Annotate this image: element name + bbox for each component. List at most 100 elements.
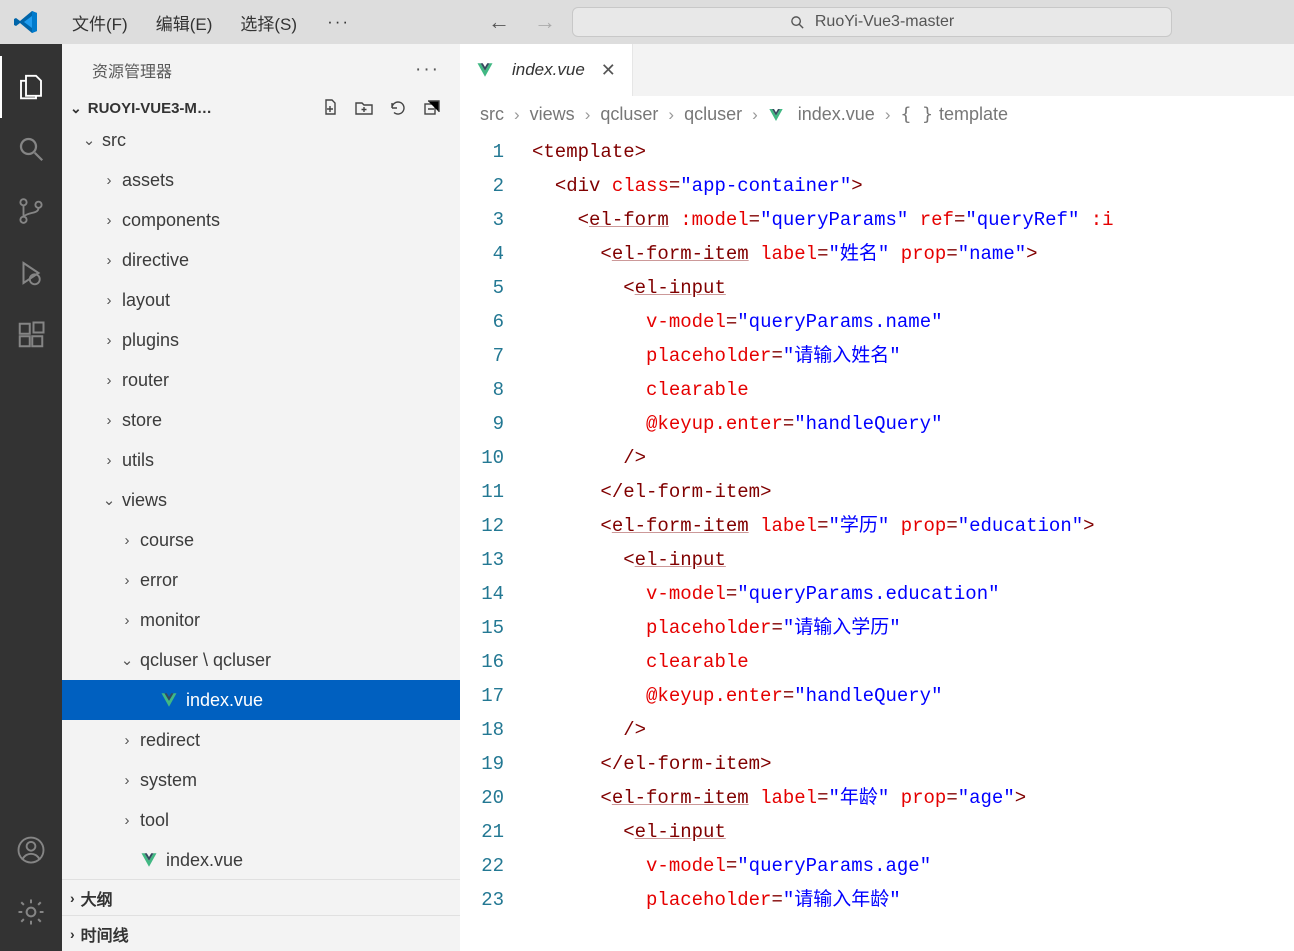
tree-folder[interactable]: ›router	[62, 360, 460, 400]
line-number: 8	[460, 373, 504, 407]
command-center[interactable]: RuoYi-Vue3-master	[572, 7, 1172, 37]
chevron-right-icon: ›	[118, 572, 136, 589]
tree-folder[interactable]: ›error	[62, 560, 460, 600]
code-line[interactable]: />	[532, 441, 1114, 475]
breadcrumb-separator: ›	[885, 105, 891, 125]
tree-folder[interactable]: ›assets	[62, 160, 460, 200]
sidebar-more-button[interactable]: ···	[415, 59, 440, 81]
menu-item[interactable]: 编辑(E)	[142, 8, 227, 37]
tree-folder[interactable]: ›course	[62, 520, 460, 560]
code-line[interactable]: placeholder="请输入姓名"	[532, 339, 1114, 373]
timeline-section-header[interactable]: › 时间线	[62, 915, 460, 951]
breadcrumb-item[interactable]: { }template	[901, 104, 1009, 125]
line-number: 21	[460, 815, 504, 849]
code-line[interactable]: v-model="queryParams.education"	[532, 577, 1114, 611]
code-content[interactable]: <template> <div class="app-container"> <…	[532, 133, 1114, 951]
tree-item-label: src	[102, 130, 126, 151]
tree-folder[interactable]: ›tool	[62, 800, 460, 840]
code-line[interactable]: <template>	[532, 135, 1114, 169]
line-number: 11	[460, 475, 504, 509]
new-file-icon[interactable]	[320, 98, 340, 118]
tree-file[interactable]: index.vue	[62, 680, 460, 720]
tree-folder[interactable]: ⌄views	[62, 480, 460, 520]
code-line[interactable]: <el-form :model="queryParams" ref="query…	[532, 203, 1114, 237]
breadcrumb-item[interactable]: views	[530, 104, 575, 125]
breadcrumb-item[interactable]: index.vue	[768, 104, 875, 125]
code-line[interactable]: placeholder="请输入年龄"	[532, 883, 1114, 917]
code-line[interactable]: clearable	[532, 645, 1114, 679]
line-number: 20	[460, 781, 504, 815]
tree-folder[interactable]: ›plugins	[62, 320, 460, 360]
menu-overflow[interactable]: ···	[315, 8, 362, 36]
line-number: 12	[460, 509, 504, 543]
tree-folder[interactable]: ›system	[62, 760, 460, 800]
code-line[interactable]: v-model="queryParams.age"	[532, 849, 1114, 883]
tree-folder[interactable]: ›store	[62, 400, 460, 440]
close-tab-button[interactable]: ✕	[601, 60, 616, 81]
code-line[interactable]: <el-input	[532, 543, 1114, 577]
code-line[interactable]: <el-form-item label="学历" prop="education…	[532, 509, 1114, 543]
code-line[interactable]: v-model="queryParams.name"	[532, 305, 1114, 339]
tree-item-label: router	[122, 370, 169, 391]
breadcrumb-item[interactable]: src	[480, 104, 504, 125]
activity-extensions[interactable]	[0, 304, 62, 366]
tree-folder[interactable]: ⌄src	[62, 120, 460, 160]
code-line[interactable]: @keyup.enter="handleQuery"	[532, 679, 1114, 713]
line-number: 9	[460, 407, 504, 441]
breadcrumb-separator: ›	[514, 105, 520, 125]
line-number: 22	[460, 849, 504, 883]
code-line[interactable]: <el-input	[532, 815, 1114, 849]
code-line[interactable]: </el-form-item>	[532, 475, 1114, 509]
activity-source-control[interactable]	[0, 180, 62, 242]
breadcrumb-item[interactable]: qcluser	[600, 104, 658, 125]
nav-back-button[interactable]: ←	[480, 7, 518, 37]
tree-folder[interactable]: ›components	[62, 200, 460, 240]
tree-folder[interactable]: ›utils	[62, 440, 460, 480]
project-header[interactable]: ⌄ RUOYI-VUE3-M…	[62, 96, 460, 120]
collapse-all-icon[interactable]	[422, 98, 442, 118]
tree-item-label: utils	[122, 450, 154, 471]
chevron-right-icon: ›	[100, 172, 118, 189]
vue-file-icon	[768, 107, 784, 123]
tree-folder[interactable]: ›monitor	[62, 600, 460, 640]
code-line[interactable]: </el-form-item>	[532, 747, 1114, 781]
menu-item[interactable]: 文件(F)	[58, 8, 142, 37]
activity-search[interactable]	[0, 118, 62, 180]
code-line[interactable]: <div class="app-container">	[532, 169, 1114, 203]
code-line[interactable]: <el-form-item label="姓名" prop="name">	[532, 237, 1114, 271]
tree-folder[interactable]: ›redirect	[62, 720, 460, 760]
chevron-right-icon: ›	[70, 890, 75, 906]
code-line[interactable]: />	[532, 713, 1114, 747]
chevron-right-icon: ›	[118, 732, 136, 749]
new-folder-icon[interactable]	[354, 98, 374, 118]
activity-explorer[interactable]	[0, 56, 62, 118]
menu-item[interactable]: 选择(S)	[226, 8, 311, 37]
line-number: 13	[460, 543, 504, 577]
refresh-icon[interactable]	[388, 98, 408, 118]
search-icon	[790, 15, 805, 30]
code-line[interactable]: @keyup.enter="handleQuery"	[532, 407, 1114, 441]
code-line[interactable]: clearable	[532, 373, 1114, 407]
breadcrumb-item[interactable]: qcluser	[684, 104, 742, 125]
breadcrumb-separator: ›	[585, 105, 591, 125]
vue-file-icon	[160, 691, 178, 709]
tree-file[interactable]: index.vue	[62, 840, 460, 879]
chevron-right-icon: ›	[100, 412, 118, 429]
line-number: 4	[460, 237, 504, 271]
code-line[interactable]: <el-input	[532, 271, 1114, 305]
activity-settings[interactable]	[0, 881, 62, 943]
code-line[interactable]: <el-form-item label="年龄" prop="age">	[532, 781, 1114, 815]
breadcrumbs[interactable]: src›views›qcluser›qcluser›index.vue›{ }t…	[460, 96, 1294, 133]
chevron-right-icon: ›	[100, 212, 118, 229]
code-editor[interactable]: 1234567891011121314151617181920212223 <t…	[460, 133, 1294, 951]
code-line[interactable]: placeholder="请输入学历"	[532, 611, 1114, 645]
tree-folder[interactable]: ⌄qcluser \ qcluser	[62, 640, 460, 680]
tree-folder[interactable]: ›directive	[62, 240, 460, 280]
line-number: 7	[460, 339, 504, 373]
tree-folder[interactable]: ›layout	[62, 280, 460, 320]
project-name: RUOYI-VUE3-M…	[88, 100, 212, 117]
editor-tab[interactable]: index.vue ✕	[460, 44, 633, 96]
activity-account[interactable]	[0, 819, 62, 881]
outline-section-header[interactable]: › 大纲	[62, 879, 460, 915]
activity-run-debug[interactable]	[0, 242, 62, 304]
